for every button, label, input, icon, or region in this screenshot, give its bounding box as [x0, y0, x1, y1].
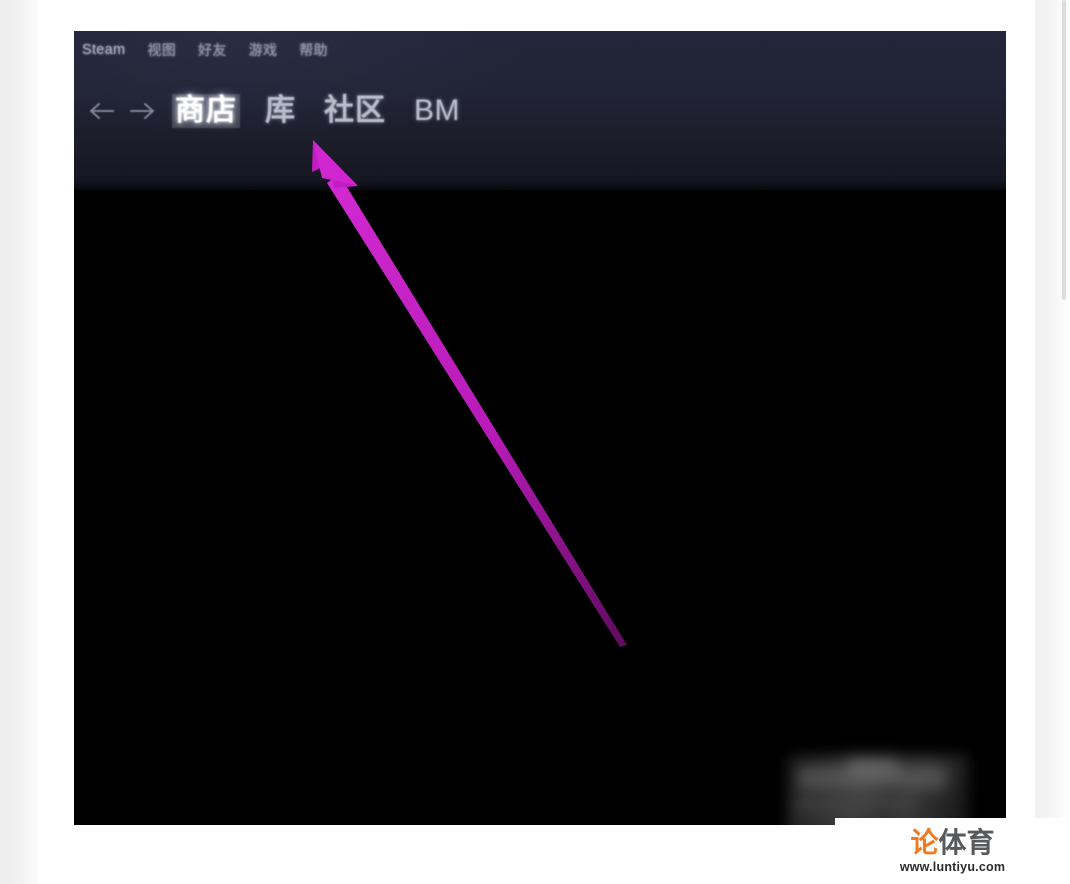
menu-item-help[interactable]: 帮助 [299, 40, 328, 60]
arrow-right-icon[interactable] [122, 89, 162, 133]
menu-item-view[interactable]: 视图 [147, 40, 176, 60]
menu-item-games[interactable]: 游戏 [249, 40, 278, 60]
menu-item-steam[interactable]: Steam [82, 42, 125, 58]
steam-navigation-row: 商店 库 社区 BM [82, 89, 463, 133]
watermark-logo: 论体育 [910, 826, 995, 858]
steam-content-viewport [74, 190, 1006, 825]
site-watermark: 论体育 www.luntiyu.com [835, 818, 1070, 884]
watermark-logo-secondary: 体育 [938, 826, 995, 858]
watermark-url: www.luntiyu.com [899, 859, 1006, 874]
watermark-logo-primary: 论 [910, 826, 939, 858]
steam-client-screenshot: Steam 视图 好友 游戏 帮助 商店 库 社区 BM [74, 31, 1006, 825]
page-left-margin-strip [0, 0, 37, 884]
page-canvas: Steam 视图 好友 游戏 帮助 商店 库 社区 BM 论体育 www.lun… [0, 0, 1070, 884]
tab-library[interactable]: 库 [262, 94, 299, 128]
tab-store[interactable]: 商店 [172, 94, 240, 128]
menu-item-friends[interactable]: 好友 [198, 40, 227, 60]
steam-menu-bar: Steam 视图 好友 游戏 帮助 [82, 40, 328, 60]
steam-primary-tabs: 商店 库 社区 BM [172, 94, 463, 128]
page-scrollbar-strip[interactable] [1035, 0, 1070, 884]
tab-community[interactable]: 社区 [321, 94, 389, 128]
arrow-left-icon[interactable] [82, 89, 122, 133]
blurred-redacted-content [787, 755, 969, 825]
tab-bm[interactable]: BM [411, 94, 463, 128]
